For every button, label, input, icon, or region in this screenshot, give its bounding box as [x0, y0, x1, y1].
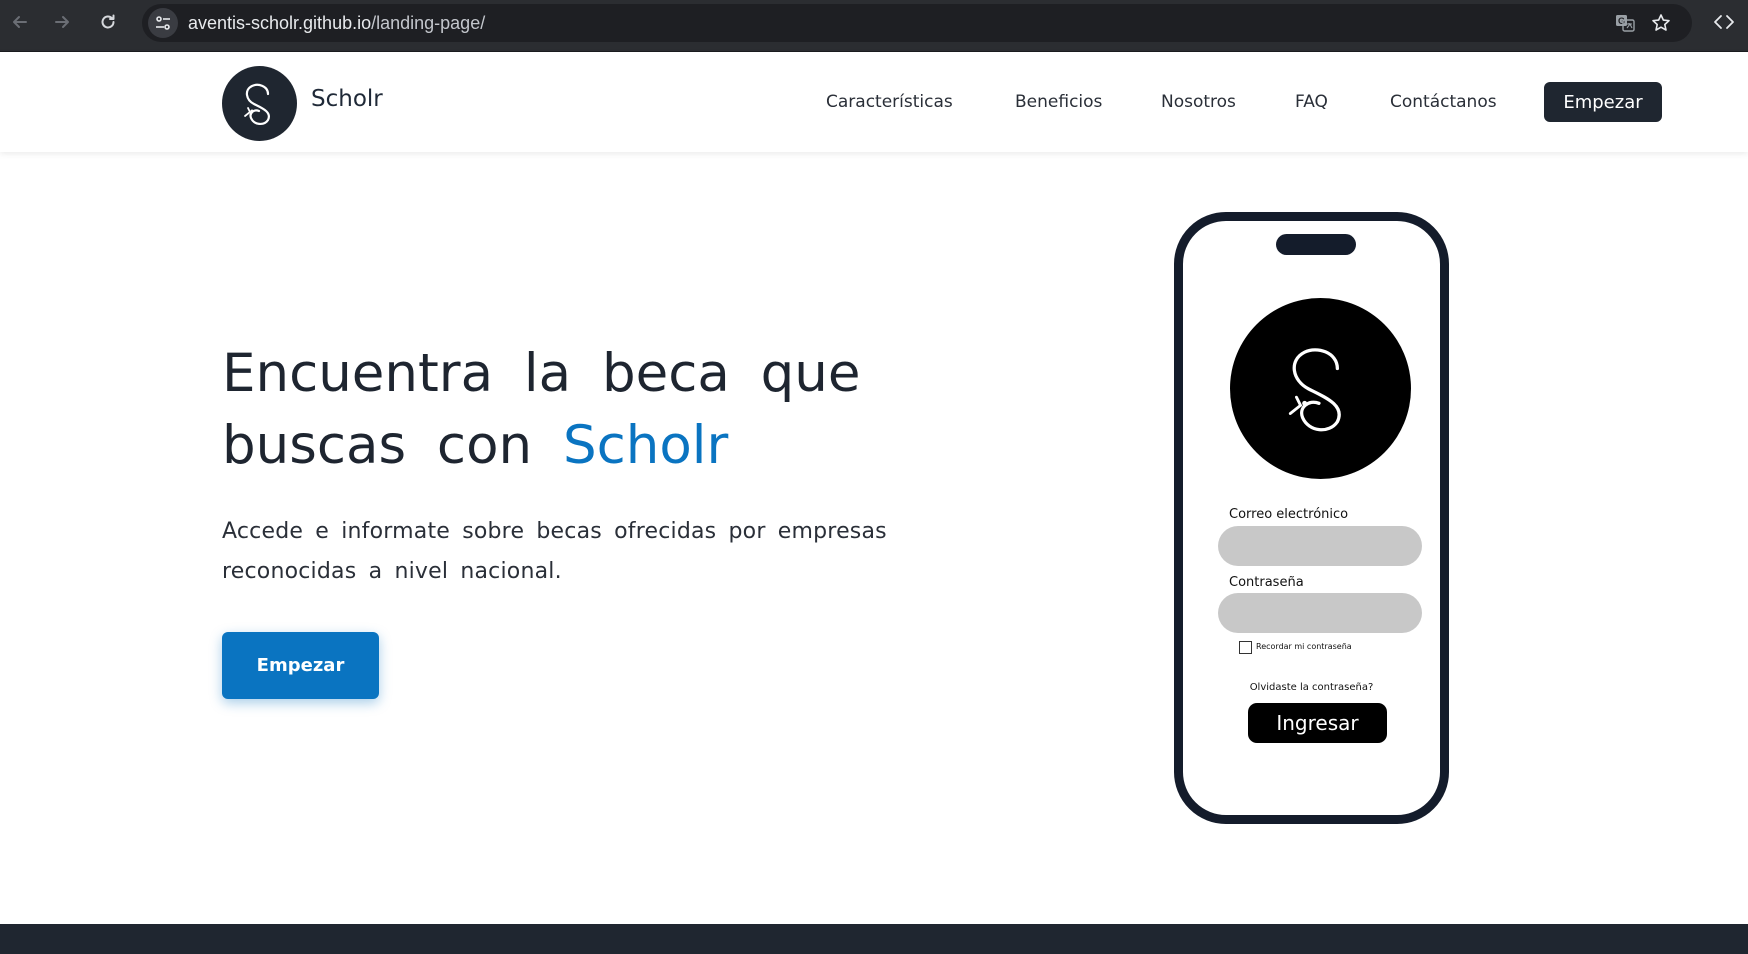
- email-label: Correo electrónico: [1229, 507, 1349, 522]
- back-arrow-icon[interactable]: [8, 10, 32, 34]
- bookmark-star-icon[interactable]: [1650, 12, 1672, 34]
- nav-link-faq[interactable]: FAQ: [1295, 92, 1328, 112]
- url-path: /landing-page/: [371, 13, 486, 33]
- svg-text:G: G: [1618, 16, 1625, 26]
- scholr-s-logo-icon: [1288, 347, 1341, 431]
- phone-notch: [1276, 234, 1356, 255]
- hero-empezar-button[interactable]: Empezar: [222, 632, 379, 699]
- translate-icon[interactable]: G: [1614, 12, 1636, 34]
- nav-link-caracteristicas[interactable]: Características: [826, 92, 953, 112]
- remember-label: Recordar mi contraseña: [1256, 642, 1352, 651]
- hero-title: Encuentra la beca que buscas con Scholr: [222, 338, 922, 482]
- password-label: Contraseña: [1229, 575, 1304, 590]
- forward-arrow-icon[interactable]: [50, 10, 74, 34]
- url-host: aventis-scholr.github.io: [188, 13, 372, 33]
- address-bar[interactable]: aventis-scholr.github.io/landing-page/ G: [142, 4, 1692, 42]
- site-info-icon[interactable]: [148, 8, 178, 38]
- hero-title-accent: Scholr: [562, 415, 729, 476]
- hero-title-text: Encuentra la beca que buscas con: [222, 343, 861, 476]
- header-empezar-button[interactable]: Empezar: [1544, 82, 1662, 122]
- phone-logo: [1230, 298, 1411, 479]
- scholr-s-logo-icon: [243, 83, 270, 125]
- password-field[interactable]: [1218, 593, 1422, 633]
- footer-band: [0, 924, 1748, 954]
- remember-checkbox[interactable]: [1239, 641, 1252, 654]
- browser-toolbar: aventis-scholr.github.io/landing-page/ G: [0, 0, 1748, 52]
- hero-subtitle: Accede e informate sobre becas ofrecidas…: [222, 519, 887, 584]
- nav-link-contactanos[interactable]: Contáctanos: [1390, 92, 1497, 112]
- phone-mockup: Correo electrónico Contraseña Recordar m…: [1174, 212, 1449, 824]
- brand-name[interactable]: Scholr: [311, 86, 383, 112]
- nav-link-nosotros[interactable]: Nosotros: [1161, 92, 1236, 112]
- email-field[interactable]: [1218, 526, 1422, 566]
- scholr-logo[interactable]: [222, 66, 297, 141]
- devtools-code-icon[interactable]: [1712, 10, 1736, 34]
- site-header: Scholr Características Beneficios Nosotr…: [0, 52, 1748, 152]
- reload-icon[interactable]: [96, 10, 120, 34]
- forgot-password-link[interactable]: Olvidaste la contraseña?: [1183, 682, 1440, 693]
- ingresar-button[interactable]: Ingresar: [1248, 703, 1387, 743]
- nav-link-beneficios[interactable]: Beneficios: [1015, 92, 1102, 112]
- url-text[interactable]: aventis-scholr.github.io/landing-page/: [188, 13, 485, 34]
